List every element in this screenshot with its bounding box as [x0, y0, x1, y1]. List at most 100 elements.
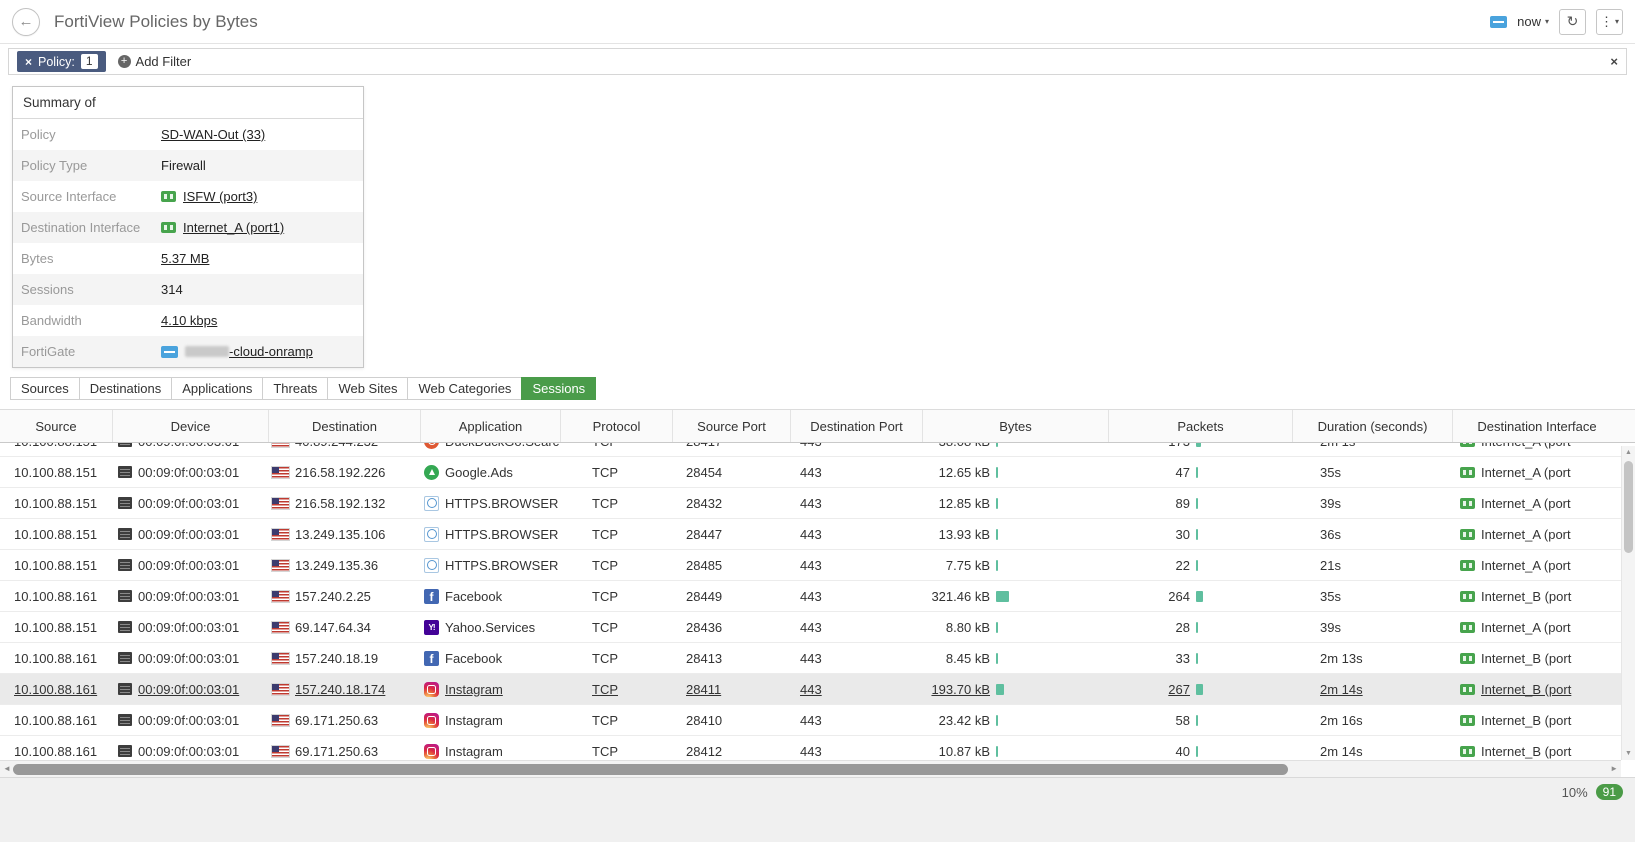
- filter-chip-label: Policy:: [38, 54, 75, 69]
- filter-bar: × Policy: 1 + Add Filter ×: [0, 44, 1635, 78]
- cell-application: Instagram: [420, 705, 560, 735]
- interface-icon: [161, 222, 176, 233]
- filter-box: × Policy: 1 + Add Filter ×: [8, 48, 1627, 75]
- horizontal-scroll-thumb[interactable]: [13, 764, 1288, 775]
- column-header-bytes[interactable]: Bytes: [922, 410, 1108, 442]
- table-row[interactable]: 10.100.88.151 00:09:0f:00:03:01 13.249.1…: [0, 519, 1635, 550]
- tab-web-sites[interactable]: Web Sites: [327, 377, 409, 400]
- remove-filter-icon[interactable]: ×: [25, 56, 32, 68]
- cell-packets: 22: [1108, 550, 1292, 580]
- cell-source-port: 28417: [672, 443, 790, 456]
- packets-bar: [1196, 745, 1198, 757]
- policy-filter-chip[interactable]: × Policy: 1: [17, 51, 106, 72]
- cell-source: 10.100.88.151: [14, 557, 98, 573]
- table-row[interactable]: 10.100.88.161 00:09:0f:00:03:01 157.240.…: [0, 581, 1635, 612]
- cell-destination: 157.240.2.25: [268, 581, 420, 611]
- table-row[interactable]: 10.100.88.151 00:09:0f:00:03:01 216.58.1…: [0, 488, 1635, 519]
- column-header-application[interactable]: Application: [420, 410, 560, 442]
- device-icon: [118, 590, 132, 602]
- summary-value[interactable]: SD-WAN-Out (33): [161, 127, 265, 142]
- summary-value[interactable]: 5.37 MB: [161, 251, 209, 266]
- us-flag-icon: [271, 620, 290, 634]
- column-header-device[interactable]: Device: [112, 410, 268, 442]
- cell-source-port: 28410: [686, 712, 723, 728]
- horizontal-scrollbar[interactable]: ◄ ►: [0, 760, 1621, 777]
- back-button[interactable]: ←: [12, 7, 40, 36]
- summary-value[interactable]: ISFW (port3): [183, 189, 257, 204]
- chevron-down-icon: ▾: [1614, 17, 1619, 26]
- table-row[interactable]: 10.100.88.161 00:09:0f:00:03:01 157.240.…: [0, 674, 1635, 705]
- device-icon: [118, 621, 132, 633]
- bytes-bar: [996, 745, 998, 757]
- scroll-left-icon[interactable]: ◄: [3, 761, 11, 777]
- table-row[interactable]: 10.100.88.151 00:09:0f:00:03:01 69.147.6…: [0, 612, 1635, 643]
- column-header-destination-port[interactable]: Destination Port: [790, 410, 922, 442]
- column-header-protocol[interactable]: Protocol: [560, 410, 672, 442]
- tab-destinations[interactable]: Destinations: [78, 377, 173, 400]
- column-header-destination[interactable]: Destination: [268, 410, 420, 442]
- column-header-destination-interface[interactable]: Destination Interface: [1452, 410, 1621, 442]
- cell-source: 10.100.88.161: [14, 650, 98, 666]
- refresh-button[interactable]: ↻: [1559, 8, 1586, 35]
- vertical-scrollbar[interactable]: ▲ ▼: [1621, 446, 1635, 760]
- cell-application: HTTPS.BROWSER: [420, 550, 560, 580]
- summary-value[interactable]: -cloud-onramp: [229, 344, 313, 359]
- cell-destination-port: 443: [800, 526, 822, 542]
- cell-destination-interface: Internet_A (port: [1452, 550, 1621, 580]
- summary-value[interactable]: 4.10 kbps: [161, 313, 217, 328]
- cell-protocol: TCP: [592, 712, 618, 728]
- table-row[interactable]: 10.100.88.161 00:09:0f:00:03:01 69.171.2…: [0, 705, 1635, 736]
- summary-value[interactable]: Internet_A (port1): [183, 220, 284, 235]
- cell-packets: 173: [1108, 443, 1292, 456]
- us-flag-icon: [271, 443, 290, 448]
- summary-popup: Summary of Policy SD-WAN-Out (33) Policy…: [12, 86, 364, 368]
- cell-bytes: 23.42 kB: [922, 705, 1108, 735]
- device-icon: [118, 683, 132, 695]
- tab-threats[interactable]: Threats: [262, 377, 329, 400]
- notification-badge[interactable]: 91: [1595, 784, 1623, 800]
- more-menu-button[interactable]: ⋮ ▾: [1596, 8, 1623, 35]
- summary-value-cell: 5.37 MB: [161, 251, 209, 266]
- us-flag-icon: [271, 465, 290, 479]
- column-header-source-port[interactable]: Source Port: [672, 410, 790, 442]
- tab-sources[interactable]: Sources: [10, 377, 80, 400]
- cell-packets: 267: [1108, 674, 1292, 704]
- cell-source: 10.100.88.161: [14, 712, 98, 728]
- scroll-up-icon[interactable]: ▲: [1622, 446, 1635, 459]
- cell-source-port: 28411: [686, 681, 722, 697]
- table-row[interactable]: 10.100.88.161 00:09:0f:00:03:01 69.171.2…: [0, 736, 1635, 760]
- cell-source: 10.100.88.161: [14, 743, 98, 759]
- table-row[interactable]: 10.100.88.151 00:09:0f:00:03:01 216.58.1…: [0, 457, 1635, 488]
- scroll-right-icon[interactable]: ►: [1610, 761, 1618, 777]
- column-header-packets[interactable]: Packets: [1108, 410, 1292, 442]
- time-range-dropdown[interactable]: now ▾: [1517, 14, 1549, 29]
- vertical-scroll-thumb[interactable]: [1624, 461, 1633, 553]
- cell-protocol: TCP: [592, 495, 618, 511]
- cell-destination: 216.58.192.226: [268, 457, 420, 487]
- cell-application: Facebook: [420, 581, 560, 611]
- cell-source: 10.100.88.151: [0, 443, 112, 456]
- summary-row: Bytes 5.37 MB: [13, 243, 363, 274]
- add-filter-label: Add Filter: [135, 54, 192, 69]
- table-row[interactable]: 10.100.88.151 00:09:0f:00:03:01 40.89.24…: [0, 443, 1635, 457]
- cell-bytes: 12.85 kB: [922, 488, 1108, 518]
- bytes-bar: [996, 559, 998, 571]
- table-row[interactable]: 10.100.88.151 00:09:0f:00:03:01 13.249.1…: [0, 550, 1635, 581]
- summary-label: Policy Type: [21, 158, 88, 173]
- summary-label: Source Interface: [21, 189, 117, 204]
- column-header-source[interactable]: Source: [0, 410, 112, 442]
- cell-source-port: 28413: [686, 650, 723, 666]
- tab-applications[interactable]: Applications: [171, 377, 264, 400]
- scroll-down-icon[interactable]: ▼: [1622, 747, 1635, 760]
- refresh-icon: ↻: [1566, 13, 1579, 29]
- cell-source-port: 28432: [686, 495, 723, 511]
- tab-web-categories[interactable]: Web Categories: [407, 377, 523, 400]
- table-row[interactable]: 10.100.88.161 00:09:0f:00:03:01 157.240.…: [0, 643, 1635, 674]
- tab-sessions[interactable]: Sessions: [521, 377, 597, 400]
- status-percentage: 10%: [1561, 784, 1588, 800]
- clear-filters-icon[interactable]: ×: [1610, 54, 1618, 69]
- cell-device: 00:09:0f:00:03:01: [112, 612, 268, 642]
- interface-icon: [1460, 745, 1475, 757]
- add-filter-button[interactable]: + Add Filter: [117, 54, 192, 69]
- column-header-duration-seconds-[interactable]: Duration (seconds): [1292, 410, 1452, 442]
